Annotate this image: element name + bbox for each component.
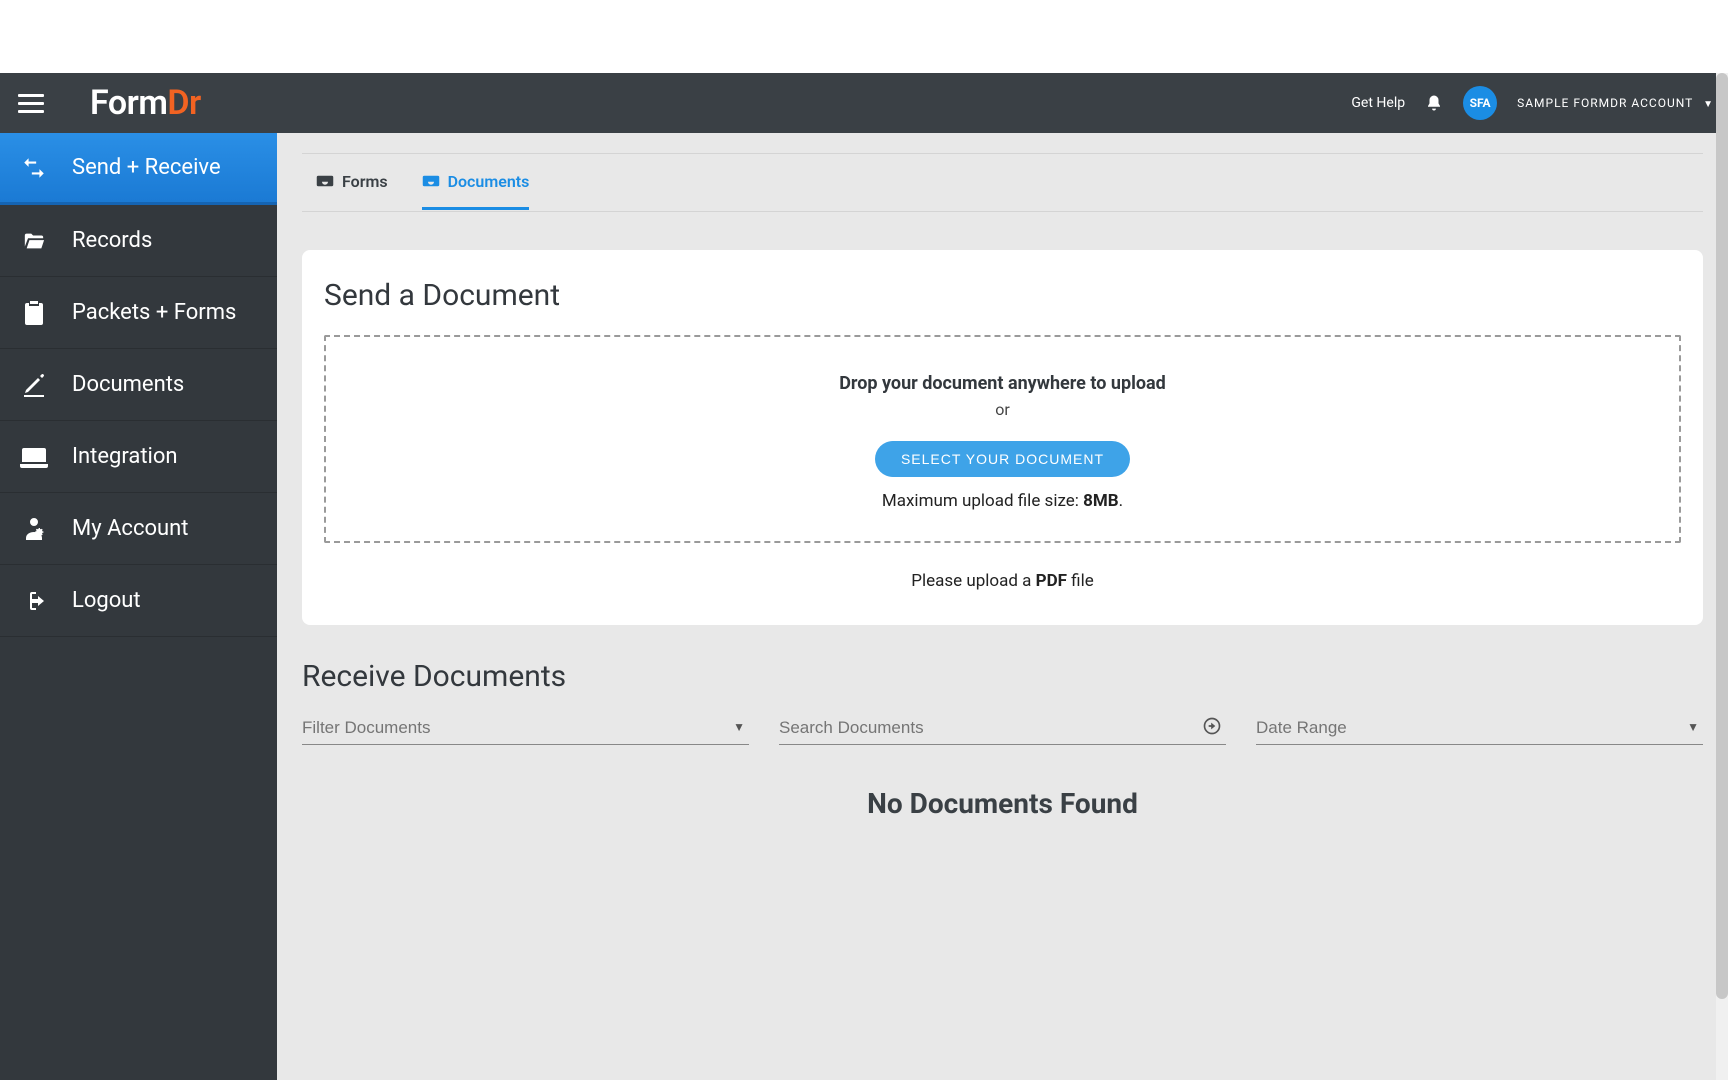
filters-row: ▼ ▼ <box>302 714 1703 745</box>
inbox-icon <box>422 172 440 190</box>
header-bar: FormDr Get Help SFA SAMPLE FORMDR ACCOUN… <box>0 73 1728 133</box>
date-range-input[interactable] <box>1256 718 1703 738</box>
body-row: Send + Receive Records Packets + Forms D… <box>0 133 1728 1080</box>
tab-documents[interactable]: Documents <box>422 172 530 210</box>
sidebar-item-label: Records <box>72 228 152 253</box>
please-upload-type: PDF <box>1036 571 1067 591</box>
get-help-link[interactable]: Get Help <box>1351 95 1405 111</box>
sidebar-item-documents[interactable]: Documents <box>0 349 277 421</box>
sidebar-item-logout[interactable]: Logout <box>0 565 277 637</box>
please-upload-suffix: file <box>1067 571 1094 591</box>
swap-icon <box>18 155 50 181</box>
filter-documents-dropdown[interactable]: ▼ <box>302 714 749 745</box>
chevron-down-icon: ▼ <box>1687 720 1699 734</box>
folder-open-icon <box>18 230 50 252</box>
select-document-button[interactable]: SELECT YOUR DOCUMENT <box>875 441 1130 477</box>
sidebar-item-label: Logout <box>72 588 141 613</box>
search-documents-input[interactable] <box>779 718 1226 738</box>
send-document-title: Send a Document <box>324 278 1681 313</box>
app-shell: FormDr Get Help SFA SAMPLE FORMDR ACCOUN… <box>0 73 1728 1080</box>
scrollbar-thumb[interactable] <box>1716 73 1728 999</box>
receive-documents-title: Receive Documents <box>302 659 1703 694</box>
main-content: Forms Documents Send a Document Drop you… <box>277 133 1728 1080</box>
sidebar-item-integration[interactable]: Integration <box>0 421 277 493</box>
signout-icon <box>18 589 50 613</box>
logo-form-text: Form <box>90 83 167 123</box>
upload-dropzone[interactable]: Drop your document anywhere to upload or… <box>324 335 1681 543</box>
drop-heading: Drop your document anywhere to upload <box>336 373 1669 394</box>
filter-documents-input[interactable] <box>302 718 749 738</box>
please-upload-prefix: Please upload a <box>911 571 1035 591</box>
document-edit-icon <box>18 373 50 397</box>
header-right: Get Help SFA SAMPLE FORMDR ACCOUNT ▼ <box>1351 86 1714 120</box>
sidebar-item-label: Packets + Forms <box>72 300 236 325</box>
tabs-row: Forms Documents <box>302 154 1703 212</box>
clipboard-plus-icon <box>18 299 50 327</box>
menu-icon[interactable] <box>18 87 50 119</box>
please-upload-note: Please upload a PDF file <box>324 571 1681 591</box>
avatar[interactable]: SFA <box>1463 86 1497 120</box>
app-logo: FormDr <box>90 83 201 123</box>
arrow-circle-right-icon[interactable] <box>1202 716 1222 736</box>
chevron-down-icon: ▼ <box>1703 99 1714 110</box>
drop-or-text: or <box>336 400 1669 419</box>
user-cog-icon <box>18 516 50 542</box>
account-dropdown[interactable]: SAMPLE FORMDR ACCOUNT ▼ <box>1517 96 1714 110</box>
max-size-prefix: Maximum upload file size: <box>882 491 1083 511</box>
logo-dr-text: Dr <box>167 83 200 123</box>
max-size-suffix: . <box>1119 491 1123 511</box>
laptop-icon <box>18 446 50 468</box>
scrollbar-track[interactable] <box>1716 73 1728 1080</box>
sidebar-item-label: My Account <box>72 516 188 541</box>
max-upload-size: Maximum upload file size: 8MB. <box>336 491 1669 511</box>
sidebar-item-my-account[interactable]: My Account <box>0 493 277 565</box>
sidebar: Send + Receive Records Packets + Forms D… <box>0 133 277 1080</box>
date-range-dropdown[interactable]: ▼ <box>1256 714 1703 745</box>
send-document-card: Send a Document Drop your document anywh… <box>302 250 1703 625</box>
empty-state-text: No Documents Found <box>302 787 1703 820</box>
inbox-icon <box>316 172 334 190</box>
tab-documents-label: Documents <box>448 172 530 191</box>
sidebar-item-label: Send + Receive <box>72 155 221 180</box>
search-documents-field[interactable] <box>779 714 1226 745</box>
tab-forms-label: Forms <box>342 172 388 191</box>
tab-forms[interactable]: Forms <box>316 172 388 210</box>
account-name-text: SAMPLE FORMDR ACCOUNT <box>1517 96 1693 110</box>
sidebar-item-records[interactable]: Records <box>0 205 277 277</box>
max-size-value: 8MB <box>1083 491 1119 511</box>
bell-icon[interactable] <box>1425 94 1443 112</box>
sidebar-item-label: Integration <box>72 444 178 469</box>
sidebar-item-label: Documents <box>72 372 184 397</box>
sidebar-item-packets-forms[interactable]: Packets + Forms <box>0 277 277 349</box>
sidebar-item-send-receive[interactable]: Send + Receive <box>0 133 277 205</box>
chevron-down-icon: ▼ <box>733 720 745 734</box>
